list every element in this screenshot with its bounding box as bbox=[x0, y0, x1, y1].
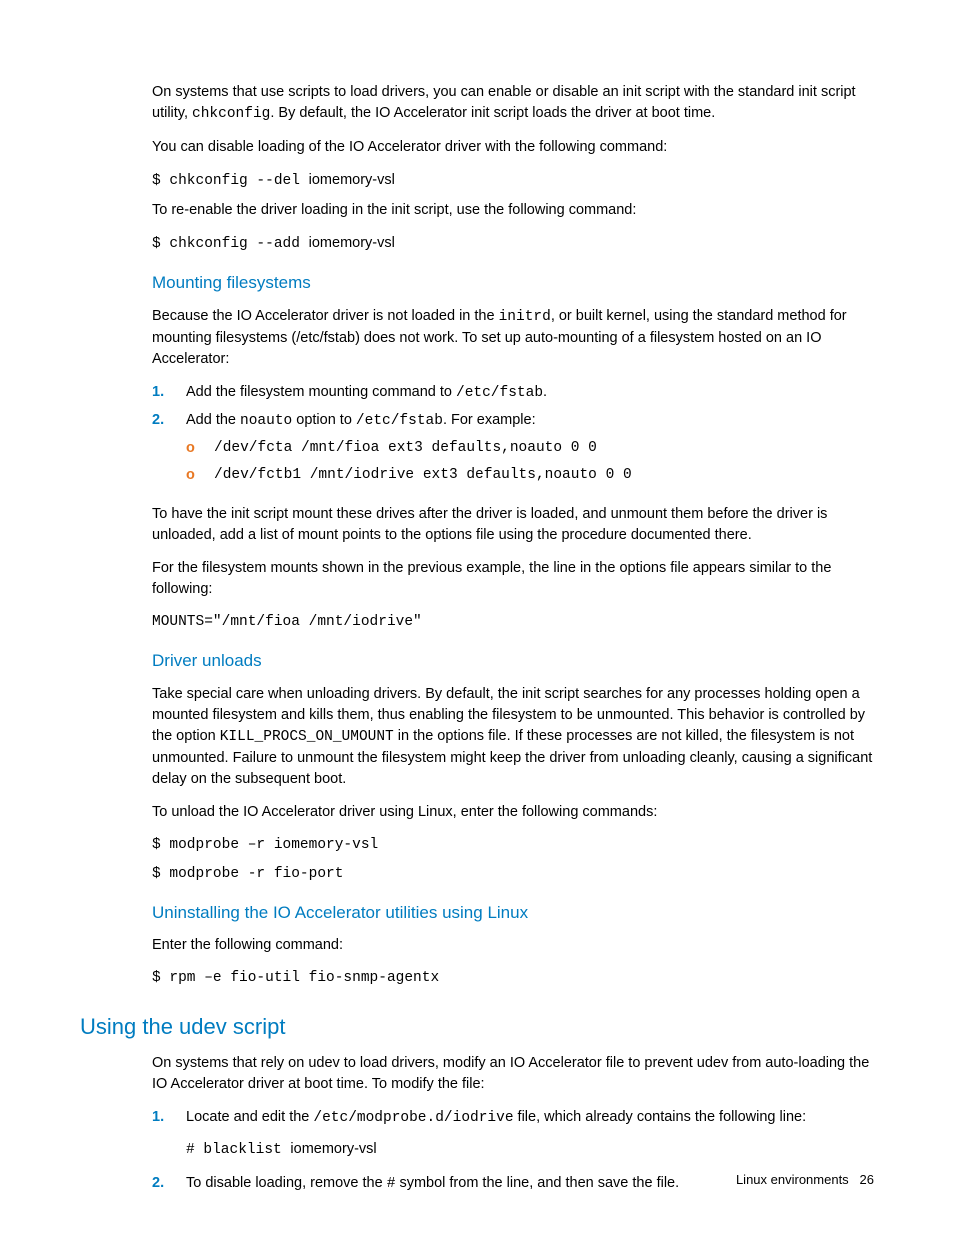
unloads-para-2: To unload the IO Accelerator driver usin… bbox=[152, 802, 874, 823]
command-line: $ rpm –e fio-util fio-snmp-agentx bbox=[152, 968, 874, 989]
text: Add the filesystem mounting command to bbox=[186, 384, 456, 400]
step-body: Add the noauto option to /etc/fstab. For… bbox=[186, 410, 874, 492]
command-line: $ modprobe –r iomemory-vsl bbox=[152, 835, 874, 856]
code-inline: /etc/fstab bbox=[356, 413, 443, 429]
mounting-para-3: For the filesystem mounts shown in the p… bbox=[152, 558, 874, 600]
text: . For example: bbox=[443, 412, 536, 428]
command-line: $ modprobe -r fio-port bbox=[152, 864, 874, 885]
text: symbol from the line, and then save the … bbox=[395, 1175, 679, 1191]
text: . By default, the IO Accelerator init sc… bbox=[270, 105, 715, 121]
step-number: 1. bbox=[152, 382, 186, 404]
blacklist-line: # blacklist iomemory-vsl bbox=[186, 1139, 874, 1161]
intro-para-1: On systems that use scripts to load driv… bbox=[152, 82, 874, 125]
intro-para-2: You can disable loading of the IO Accele… bbox=[152, 137, 874, 158]
cmd-arg: iomemory-vsl bbox=[309, 235, 395, 251]
text: option to bbox=[292, 412, 356, 428]
mounting-para-2: To have the init script mount these driv… bbox=[152, 504, 874, 546]
heading-udev-script: Using the udev script bbox=[80, 1011, 874, 1043]
udev-para-1: On systems that rely on udev to load dri… bbox=[152, 1053, 874, 1095]
list-item: o /dev/fcta /mnt/fioa ext3 defaults,noau… bbox=[186, 438, 874, 459]
unloads-para-1: Take special care when unloading drivers… bbox=[152, 684, 874, 790]
heading-mounting-filesystems: Mounting filesystems bbox=[152, 271, 874, 296]
footer-section: Linux environments bbox=[736, 1172, 849, 1187]
mounting-para-1: Because the IO Accelerator driver is not… bbox=[152, 306, 874, 370]
mounting-steps: 1. Add the filesystem mounting command t… bbox=[152, 382, 874, 492]
text: Because the IO Accelerator driver is not… bbox=[152, 308, 499, 324]
step-body: Add the filesystem mounting command to /… bbox=[186, 382, 874, 404]
intro-para-3: To re-enable the driver loading in the i… bbox=[152, 200, 874, 221]
list-item: 1. Add the filesystem mounting command t… bbox=[152, 382, 874, 404]
list-item: 1. Locate and edit the /etc/modprobe.d/i… bbox=[152, 1107, 874, 1167]
text: file, which already contains the followi… bbox=[514, 1109, 807, 1125]
cmd-prefix: $ chkconfig --add bbox=[152, 236, 309, 252]
text: . bbox=[543, 384, 547, 400]
command-line: $ chkconfig --del iomemory-vsl bbox=[152, 170, 874, 192]
code-inline: /etc/fstab bbox=[456, 385, 543, 401]
step-number: 1. bbox=[152, 1107, 186, 1167]
uninstall-para-1: Enter the following command: bbox=[152, 935, 874, 956]
code-inline: chkconfig bbox=[192, 106, 270, 122]
code-prefix: # blacklist bbox=[186, 1142, 290, 1158]
text: Add the bbox=[186, 412, 240, 428]
bullet-icon: o bbox=[186, 465, 214, 486]
cmd-arg: iomemory-vsl bbox=[309, 172, 395, 188]
list-item: 2. Add the noauto option to /etc/fstab. … bbox=[152, 410, 874, 492]
text: Locate and edit the bbox=[186, 1109, 313, 1125]
bullet-icon: o bbox=[186, 438, 214, 459]
code-arg: iomemory-vsl bbox=[290, 1141, 376, 1157]
list-item: o /dev/fctb1 /mnt/iodrive ext3 defaults,… bbox=[186, 465, 874, 486]
example-list: o /dev/fcta /mnt/fioa ext3 defaults,noau… bbox=[186, 438, 874, 486]
example-code: /dev/fcta /mnt/fioa ext3 defaults,noauto… bbox=[214, 438, 874, 459]
code-inline: noauto bbox=[240, 413, 292, 429]
step-body: Locate and edit the /etc/modprobe.d/iodr… bbox=[186, 1107, 874, 1167]
heading-driver-unloads: Driver unloads bbox=[152, 649, 874, 674]
step-number: 2. bbox=[152, 1173, 186, 1195]
heading-uninstalling: Uninstalling the IO Accelerator utilitie… bbox=[152, 901, 874, 926]
code-inline: KILL_PROCS_ON_UMOUNT bbox=[220, 729, 394, 745]
code-inline: initrd bbox=[499, 309, 551, 325]
code-inline: /etc/modprobe.d/iodrive bbox=[313, 1110, 513, 1126]
step-number: 2. bbox=[152, 410, 186, 492]
command-line: $ chkconfig --add iomemory-vsl bbox=[152, 233, 874, 255]
page-number: 26 bbox=[860, 1172, 874, 1187]
text: To disable loading, remove the bbox=[186, 1175, 387, 1191]
content-body: On systems that use scripts to load driv… bbox=[152, 82, 874, 989]
command-line: MOUNTS="/mnt/fioa /mnt/iodrive" bbox=[152, 612, 874, 633]
page-footer: Linux environments 26 bbox=[736, 1171, 874, 1190]
cmd-prefix: $ chkconfig --del bbox=[152, 173, 309, 189]
example-code: /dev/fctb1 /mnt/iodrive ext3 defaults,no… bbox=[214, 465, 874, 486]
